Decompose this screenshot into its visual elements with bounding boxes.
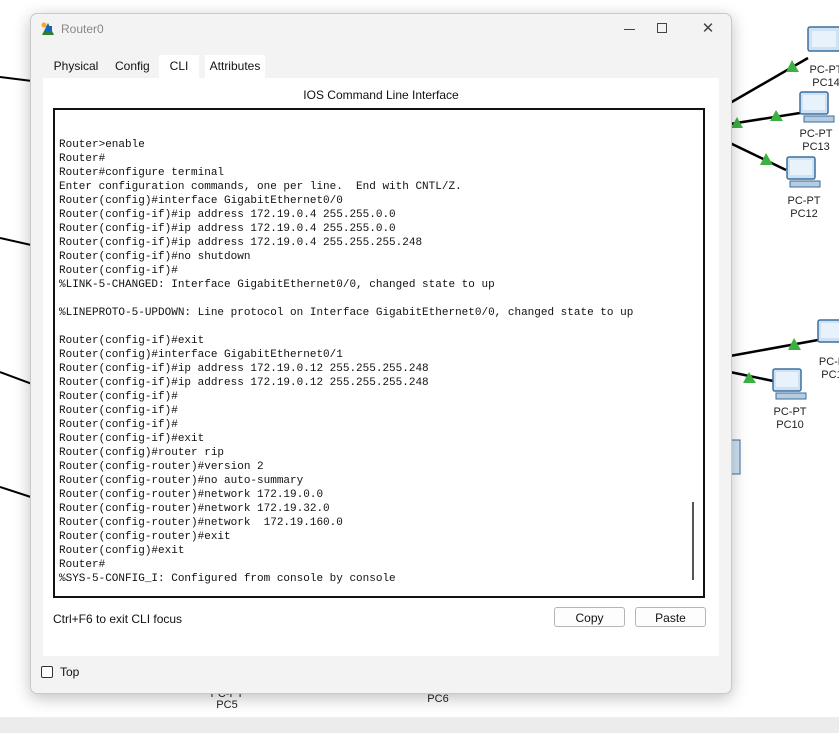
link-line (729, 111, 801, 126)
cli-panel: IOS Command Line Interface Router>enable… (43, 78, 719, 656)
window-title: Router0 (61, 22, 104, 36)
pc-icon[interactable] (786, 156, 821, 188)
device-type-label: PC-P (818, 356, 839, 368)
router-window: Router0 ✕ Physical Config CLI Attributes… (30, 13, 732, 694)
cli-focus-hint: Ctrl+F6 to exit CLI focus (53, 612, 183, 626)
cli-terminal[interactable]: Router>enable Router# Router#configure t… (53, 108, 705, 598)
status-strip (0, 717, 839, 733)
link-up-indicator (786, 60, 799, 72)
device-name-label: PC5 (216, 699, 238, 711)
top-checkbox-label: Top (60, 665, 80, 679)
pc-icon[interactable] (817, 319, 839, 343)
pc-icon[interactable] (772, 368, 807, 400)
link-line (729, 338, 819, 358)
tab-cli-label: CLI (169, 59, 189, 73)
device-name-label: PC12 (790, 208, 818, 220)
device-type-label: PC-PT (809, 64, 839, 76)
device-name-label: PC13 (802, 141, 830, 153)
pc-icon[interactable] (799, 91, 835, 123)
panel-title: IOS Command Line Interface (303, 88, 459, 102)
device-name-label: PC14 (812, 77, 839, 89)
scrollbar-thumb[interactable] (692, 502, 694, 580)
checkbox-box[interactable] (41, 666, 53, 678)
pc-icon[interactable] (807, 26, 839, 52)
copy-button[interactable]: Copy (554, 607, 625, 627)
tab-physical[interactable]: Physical (53, 55, 99, 79)
terminal-scrollbar[interactable] (692, 120, 695, 588)
paste-button[interactable]: Paste (635, 607, 706, 627)
device-type-label: PC-PT (799, 128, 833, 140)
link-line (729, 56, 809, 105)
device-name-label: PC1 (821, 369, 839, 381)
device-type-label: PC-PT (787, 195, 821, 207)
tab-cli[interactable]: CLI (159, 55, 199, 81)
minimize-button[interactable] (614, 18, 644, 40)
maximize-button[interactable] (647, 18, 677, 40)
device-name-label: PC10 (776, 419, 804, 431)
tab-config[interactable]: Config (115, 55, 150, 79)
window-titlebar[interactable]: Router0 ✕ (31, 14, 731, 44)
device-name-label: PC6 (427, 693, 449, 705)
device-type-label: PC-PT (773, 406, 807, 418)
link-line (729, 141, 787, 172)
terminal-output[interactable]: Router>enable Router# Router#configure t… (59, 138, 633, 586)
tab-attributes[interactable]: Attributes (205, 55, 265, 79)
close-button[interactable]: ✕ (693, 18, 723, 40)
packet-tracer-icon (41, 22, 54, 35)
